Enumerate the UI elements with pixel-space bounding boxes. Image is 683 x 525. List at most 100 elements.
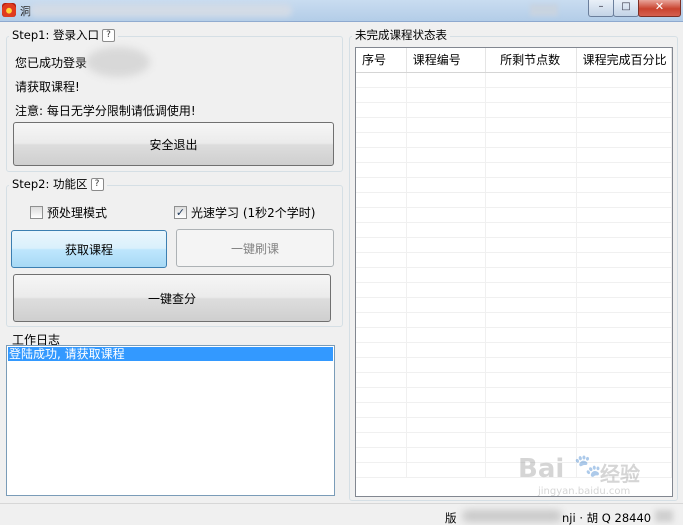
- table-cell: [407, 73, 487, 87]
- table-cell: [407, 88, 487, 102]
- table-cell: [486, 103, 577, 117]
- course-status-legend: 未完成课程状态表: [352, 28, 450, 42]
- get-courses-button[interactable]: 获取课程: [11, 230, 167, 268]
- table-cell: [356, 118, 407, 132]
- fast-learning-option[interactable]: ✓ 光速学习 (1秒2个学时): [174, 204, 315, 221]
- column-header-course-id[interactable]: 课程编号: [407, 48, 487, 72]
- table-row[interactable]: [356, 418, 672, 433]
- table-cell: [577, 103, 672, 117]
- table-cell: [407, 178, 487, 192]
- table-row[interactable]: [356, 223, 672, 238]
- table-cell: [356, 433, 407, 447]
- help-icon[interactable]: ?: [90, 177, 104, 191]
- column-header-index[interactable]: 序号: [356, 48, 407, 72]
- redacted-version: [462, 510, 562, 522]
- table-row[interactable]: [356, 328, 672, 343]
- table-cell: [486, 433, 577, 447]
- table-cell: [486, 178, 577, 192]
- table-row[interactable]: [356, 313, 672, 328]
- table-row[interactable]: [356, 73, 672, 88]
- table-row[interactable]: [356, 193, 672, 208]
- table-cell: [356, 178, 407, 192]
- step1-legend: Step1: 登录入口 ?: [9, 28, 119, 42]
- table-row[interactable]: [356, 343, 672, 358]
- table-cell: [356, 388, 407, 402]
- step1-title: Step1: 登录入口: [12, 28, 100, 42]
- table-cell: [407, 133, 487, 147]
- table-cell: [407, 418, 487, 432]
- app-icon: [2, 3, 16, 17]
- minimize-button[interactable]: –: [588, 0, 614, 17]
- table-cell: [356, 328, 407, 342]
- table-cell: [356, 463, 407, 477]
- table-cell: [486, 358, 577, 372]
- table-cell: [577, 298, 672, 312]
- table-cell: [356, 193, 407, 207]
- fast-learning-checkbox[interactable]: ✓: [174, 206, 187, 219]
- table-row[interactable]: [356, 118, 672, 133]
- table-cell: [407, 148, 487, 162]
- table-cell: [577, 118, 672, 132]
- help-icon[interactable]: ?: [102, 28, 116, 42]
- table-row[interactable]: [356, 178, 672, 193]
- title-bar[interactable]: 洞 – □ ✕: [0, 0, 683, 22]
- table-cell: [407, 208, 487, 222]
- table-row[interactable]: [356, 103, 672, 118]
- table-row[interactable]: [356, 463, 672, 478]
- table-row[interactable]: [356, 88, 672, 103]
- table-cell: [356, 163, 407, 177]
- table-cell: [356, 298, 407, 312]
- table-cell: [577, 433, 672, 447]
- table-cell: [407, 223, 487, 237]
- brush-courses-button[interactable]: 一键刷课: [176, 229, 334, 267]
- preprocess-option[interactable]: 预处理模式: [30, 204, 107, 221]
- column-header-remaining-nodes[interactable]: 所剩节点数: [486, 48, 577, 72]
- redacted-username: [86, 47, 150, 77]
- table-cell: [407, 118, 487, 132]
- table-row[interactable]: [356, 298, 672, 313]
- table-cell: [407, 283, 487, 297]
- table-cell: [407, 448, 487, 462]
- version-prefix: 版: [445, 511, 457, 525]
- column-header-completion[interactable]: 课程完成百分比: [577, 48, 672, 72]
- table-row[interactable]: [356, 163, 672, 178]
- table-row[interactable]: [356, 433, 672, 448]
- preprocess-checkbox[interactable]: [30, 206, 43, 219]
- table-cell: [577, 328, 672, 342]
- maximize-button[interactable]: □: [613, 0, 639, 17]
- step2-legend: Step2: 功能区 ?: [9, 177, 107, 191]
- course-status-table[interactable]: 序号 课程编号 所剩节点数 课程完成百分比: [355, 47, 673, 497]
- table-cell: [486, 88, 577, 102]
- query-scores-button[interactable]: 一键查分: [13, 274, 331, 322]
- table-cell: [486, 73, 577, 87]
- redacted-title: [30, 4, 292, 17]
- table-row[interactable]: [356, 448, 672, 463]
- table-cell: [407, 388, 487, 402]
- table-row[interactable]: [356, 268, 672, 283]
- table-row[interactable]: [356, 253, 672, 268]
- table-row[interactable]: [356, 133, 672, 148]
- table-row[interactable]: [356, 148, 672, 163]
- table-row[interactable]: [356, 238, 672, 253]
- logout-button[interactable]: 安全退出: [13, 122, 334, 166]
- fast-learning-label: 光速学习 (1秒2个学时): [191, 206, 316, 220]
- table-cell: [407, 253, 487, 267]
- table-cell: [577, 148, 672, 162]
- table-cell: [407, 298, 487, 312]
- table-row[interactable]: [356, 283, 672, 298]
- table-cell: [577, 163, 672, 177]
- table-row[interactable]: [356, 208, 672, 223]
- log-list[interactable]: 登陆成功, 请获取课程: [6, 345, 335, 496]
- table-cell: [577, 388, 672, 402]
- table-cell: [486, 298, 577, 312]
- table-row[interactable]: [356, 388, 672, 403]
- usage-notice: 注意: 每日无学分限制请低调使用!: [15, 104, 196, 118]
- table-cell: [356, 358, 407, 372]
- table-row[interactable]: [356, 358, 672, 373]
- log-line[interactable]: 登陆成功, 请获取课程: [8, 347, 333, 361]
- table-row[interactable]: [356, 373, 672, 388]
- table-row[interactable]: [356, 403, 672, 418]
- close-button[interactable]: ✕: [638, 0, 681, 17]
- table-cell: [486, 448, 577, 462]
- table-cell: [486, 388, 577, 402]
